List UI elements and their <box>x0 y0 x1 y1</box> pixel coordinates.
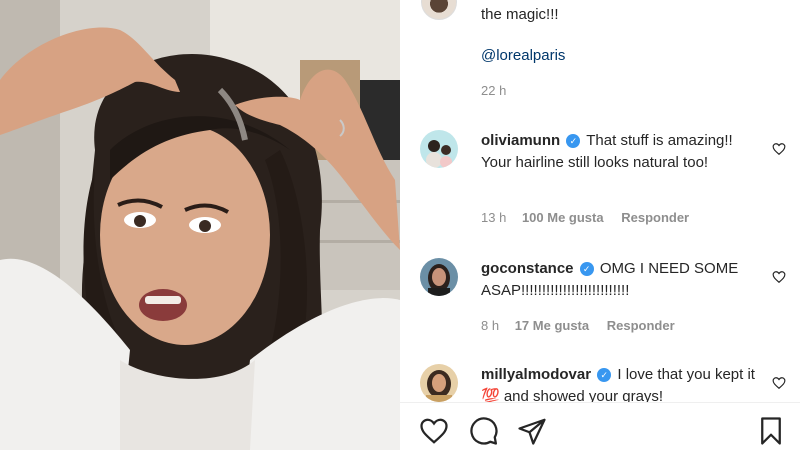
caption-author-avatar[interactable] <box>421 0 457 20</box>
heart-icon[interactable] <box>772 270 786 284</box>
verified-badge-icon: ✓ <box>579 262 594 276</box>
post-actions-bar <box>400 403 800 450</box>
comment-username[interactable]: goconstance <box>481 260 574 277</box>
mention-link[interactable]: @lorealparis <box>481 47 565 64</box>
comment-body: oliviamunn ✓ That stuff is amazing!! You… <box>481 130 766 174</box>
comment-likes[interactable]: 17 Me gusta <box>515 318 589 333</box>
verified-badge-icon: ✓ <box>566 134 581 148</box>
like-heart-icon[interactable] <box>419 416 449 446</box>
post-media[interactable] <box>0 0 400 450</box>
comments-panel: the magic!!! @lorealparis 22 h oliviamun… <box>400 0 800 450</box>
comment-timestamp[interactable]: 8 h <box>481 318 499 333</box>
comment-icon[interactable] <box>469 416 499 446</box>
reply-button[interactable]: Responder <box>607 318 675 333</box>
heart-icon[interactable] <box>772 142 786 156</box>
commenter-avatar[interactable] <box>420 364 458 402</box>
comment-meta: 8 h 17 Me gusta Responder <box>481 318 689 333</box>
comment-meta: 13 h 100 Me gusta Responder <box>481 210 703 225</box>
bookmark-icon[interactable] <box>756 416 786 446</box>
comment-username[interactable]: millyalmodovar <box>481 366 591 383</box>
post-photo <box>0 0 400 450</box>
comment-timestamp[interactable]: 13 h <box>481 210 506 225</box>
caption-text: the magic!!! <box>481 6 559 23</box>
caption-timestamp[interactable]: 22 h <box>481 83 506 98</box>
reply-button[interactable]: Responder <box>621 210 689 225</box>
share-icon[interactable] <box>517 416 547 446</box>
commenter-avatar[interactable] <box>420 130 458 168</box>
heart-icon[interactable] <box>772 376 786 390</box>
comment-username[interactable]: oliviamunn <box>481 132 560 149</box>
comment-body: goconstance ✓ OMG I NEED SOME ASAP!!!!!!… <box>481 258 766 302</box>
commenter-avatar[interactable] <box>420 258 458 296</box>
verified-badge-icon: ✓ <box>597 368 612 382</box>
comment-likes[interactable]: 100 Me gusta <box>522 210 604 225</box>
